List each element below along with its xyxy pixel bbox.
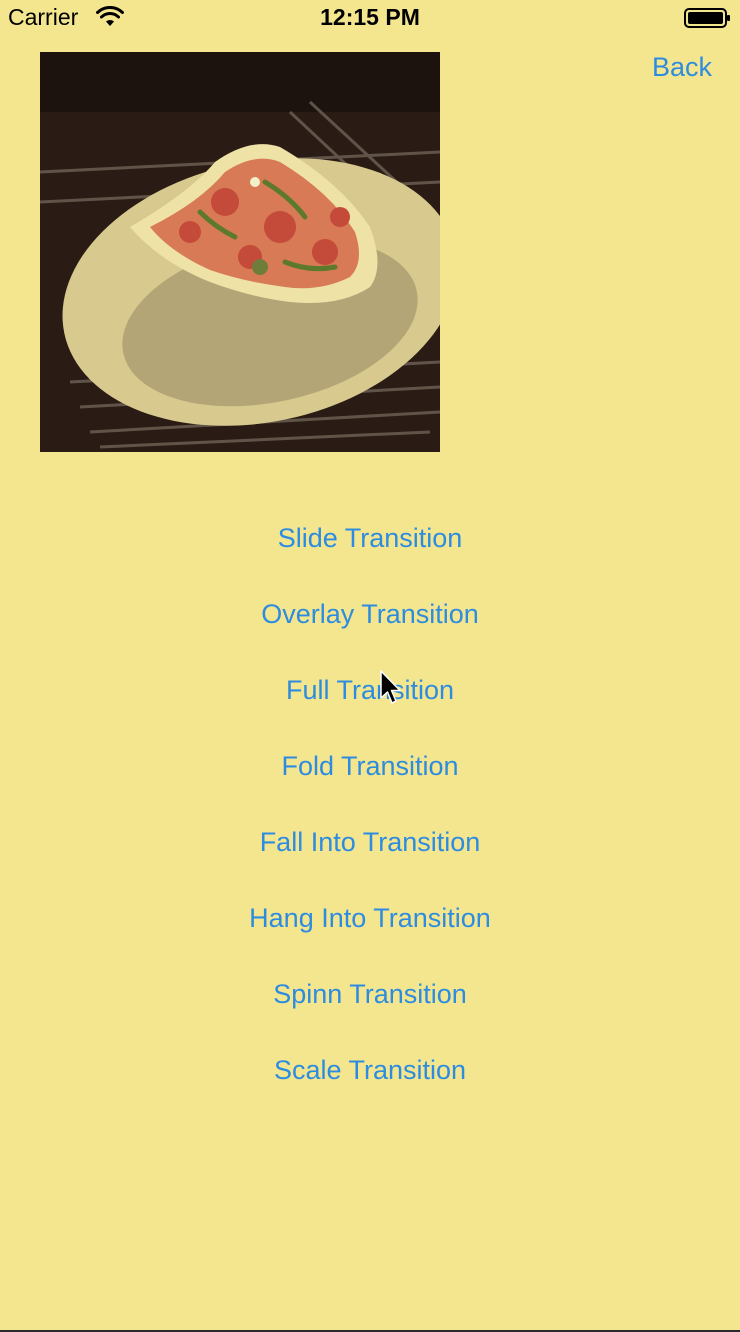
full-transition-button[interactable]: Full Transition: [0, 652, 740, 728]
slide-transition-button[interactable]: Slide Transition: [0, 500, 740, 576]
status-time: 12:15 PM: [320, 4, 420, 30]
battery-icon: [684, 8, 730, 28]
hang-into-transition-button[interactable]: Hang Into Transition: [0, 880, 740, 956]
pizza-photo: [40, 52, 440, 452]
mouse-cursor-icon: [380, 670, 401, 704]
overlay-transition-button[interactable]: Overlay Transition: [0, 576, 740, 652]
scale-transition-button[interactable]: Scale Transition: [0, 1032, 740, 1108]
transition-list: Slide Transition Overlay Transition Full…: [0, 500, 740, 1108]
fold-transition-button[interactable]: Fold Transition: [0, 728, 740, 804]
back-button[interactable]: Back: [652, 50, 712, 84]
fall-into-transition-button[interactable]: Fall Into Transition: [0, 804, 740, 880]
spinn-transition-button[interactable]: Spinn Transition: [0, 956, 740, 1032]
status-bar: Carrier 12:15 PM: [0, 0, 740, 40]
